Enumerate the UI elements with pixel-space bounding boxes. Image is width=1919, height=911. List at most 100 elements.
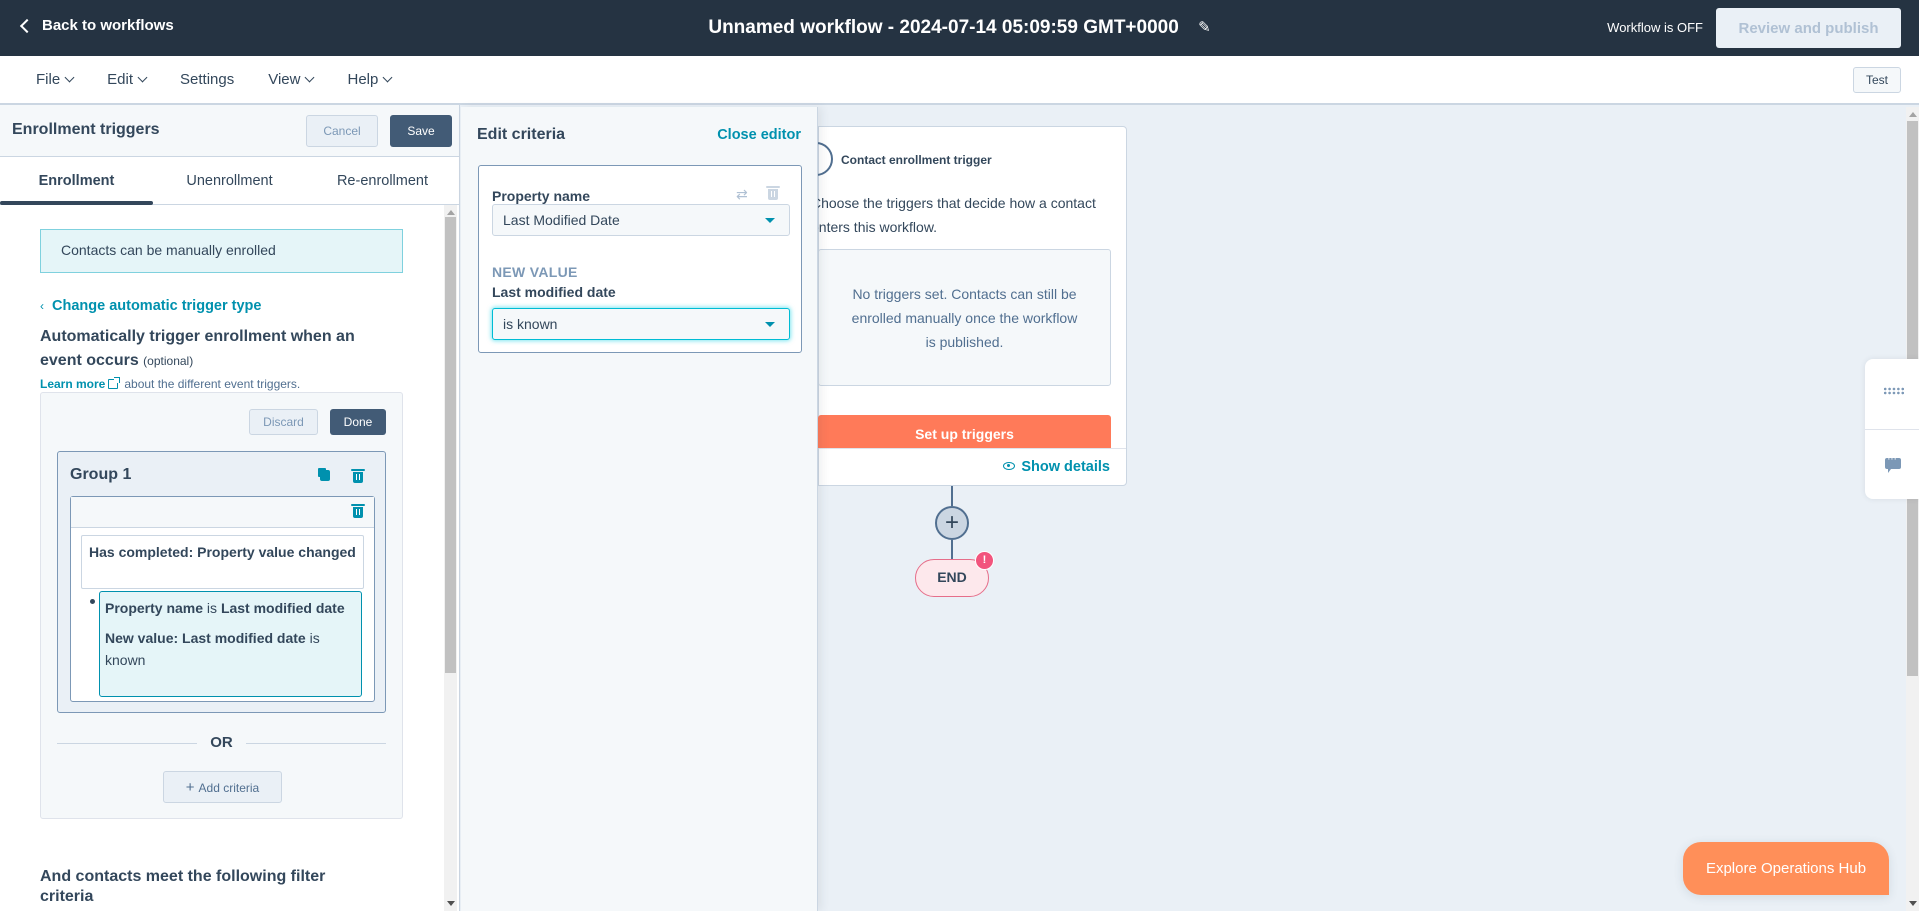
workflow-title-text: Unnamed workflow - 2024-07-14 05:09:59 G…	[708, 17, 1179, 38]
operator-select[interactable]: is known	[492, 308, 790, 340]
add-action-button[interactable]: +	[935, 506, 969, 540]
operator-value: is known	[503, 316, 558, 332]
learn-more-link[interactable]: Learn more	[40, 377, 105, 391]
clone-icon[interactable]	[320, 470, 330, 481]
tab-unenrollment[interactable]: Unenrollment	[153, 157, 306, 204]
event-name[interactable]: Has completed: Property value changed	[81, 535, 364, 589]
event-card: Has completed: Property value changed Pr…	[70, 496, 375, 702]
set-up-triggers-button[interactable]: Set up triggers	[818, 415, 1111, 448]
edit-criteria-panel: Edit criteria Close editor Property name…	[461, 107, 818, 911]
menu-file[interactable]: File	[24, 71, 85, 88]
property-name-label: Property name	[492, 188, 591, 204]
trash-icon[interactable]	[766, 186, 780, 200]
menu-help[interactable]: Help	[335, 71, 403, 88]
chevron-down-icon	[305, 72, 315, 83]
trigger-description: Choose the triggers that decide how a co…	[811, 195, 1096, 235]
new-value-label: NEW VALUE	[492, 264, 578, 280]
trigger-tabs: Enrollment Unenrollment Re-enrollment	[0, 157, 459, 205]
enrollment-trigger-card[interactable]: Contact enrollment trigger Choose the tr…	[799, 126, 1127, 486]
filter-value: known	[105, 652, 146, 668]
menu-label: File	[36, 71, 61, 88]
panel-scrollbar[interactable]	[444, 205, 457, 911]
workflow-status: Workflow is OFF	[1607, 20, 1703, 35]
tab-re-enrollment[interactable]: Re-enrollment	[306, 157, 459, 204]
connector-line	[951, 486, 953, 506]
scrollbar-thumb[interactable]	[445, 217, 456, 673]
show-details-link[interactable]: Show details	[1003, 459, 1110, 475]
chevron-left-icon: ‹	[40, 299, 44, 313]
menu-label: Help	[347, 71, 379, 88]
filter-value: Last modified date	[220, 600, 345, 616]
trash-icon[interactable]	[351, 504, 365, 518]
filter-criteria-heading: And contacts meet the following filter c…	[40, 868, 326, 905]
filter-operator: is	[305, 630, 320, 646]
filter-line-property: Property name is Last modified date	[105, 597, 356, 619]
trigger-group: Group 1 Has completed: Property value ch…	[57, 451, 386, 713]
trash-icon[interactable]	[351, 469, 365, 483]
panel-title: Enrollment triggers	[12, 121, 160, 138]
save-button[interactable]: Save	[390, 115, 452, 147]
menu-edit[interactable]: Edit	[95, 71, 158, 88]
discard-button[interactable]: Discard	[249, 409, 318, 435]
event-trigger-editor: Discard Done Group 1 Has completed: Prop…	[40, 392, 403, 819]
chevron-down-icon	[137, 72, 148, 83]
menu-label: View	[268, 71, 301, 88]
scroll-down-arrow-icon[interactable]	[447, 901, 455, 906]
auto-trigger-heading: Automatically trigger enrollment when an…	[40, 325, 400, 373]
filter-line-new-value: New value: Last modified date is known	[105, 627, 356, 671]
canvas-scrollbar[interactable]	[1906, 107, 1919, 911]
add-criteria-label: Add criteria	[198, 780, 260, 795]
top-bar: Back to workflows Unnamed workflow - 202…	[0, 0, 1919, 56]
scroll-down-arrow-icon[interactable]	[1909, 901, 1917, 906]
done-button[interactable]: Done	[330, 409, 386, 435]
trigger-title: Contact enrollment trigger	[841, 153, 992, 167]
chat-icon[interactable]	[1885, 453, 1901, 473]
external-link-icon	[108, 377, 121, 389]
explore-operations-hub-button[interactable]: Explore Operations Hub	[1683, 842, 1889, 895]
pencil-icon[interactable]: ✎	[1198, 18, 1211, 36]
caret-down-icon	[765, 322, 775, 327]
no-triggers-message: No triggers set. Contacts can still be e…	[818, 249, 1111, 386]
edit-criteria-title: Edit criteria	[477, 126, 566, 143]
or-divider: OR	[57, 734, 386, 752]
filter-operator: is	[203, 600, 221, 616]
property-name-select[interactable]: Last Modified Date	[492, 204, 790, 236]
enrollment-triggers-panel: Enrollment triggers Cancel Save Enrollme…	[0, 105, 460, 911]
filter-field: New value: Last modified date	[105, 630, 306, 646]
cancel-button[interactable]: Cancel	[306, 115, 378, 147]
add-criteria-button[interactable]: + Add criteria	[163, 771, 282, 803]
panel-header: Enrollment triggers Cancel Save	[0, 105, 459, 157]
menu: File Edit Settings View Help	[24, 71, 413, 88]
show-details-label: Show details	[1021, 459, 1110, 475]
close-editor-link[interactable]: Close editor	[717, 127, 801, 143]
scroll-up-arrow-icon[interactable]	[447, 210, 455, 215]
chevron-down-icon	[382, 72, 393, 83]
field-label: Last modified date	[492, 284, 616, 300]
review-and-publish-button[interactable]: Review and publish	[1716, 8, 1901, 48]
swap-icon[interactable]: ⇄	[736, 186, 748, 203]
criteria-card: Property name ⇄ Last Modified Date NEW V…	[478, 165, 802, 353]
connector-line	[951, 540, 953, 559]
menu-view[interactable]: View	[256, 71, 325, 88]
menu-label: Edit	[107, 71, 134, 88]
menu-settings[interactable]: Settings	[168, 71, 246, 88]
group-title: Group 1	[70, 466, 132, 483]
side-tools-panel	[1865, 359, 1919, 499]
scroll-up-arrow-icon[interactable]	[1909, 112, 1917, 117]
plus-icon: +	[185, 778, 195, 796]
alert-icon: !	[975, 551, 994, 570]
apps-grid-icon[interactable]	[1883, 387, 1905, 395]
trigger-card-footer: Show details	[819, 448, 1126, 485]
manual-enrollment-notice: Contacts can be manually enrolled	[40, 229, 403, 273]
property-name-value: Last Modified Date	[503, 212, 620, 228]
change-trigger-type-link[interactable]: ‹ Change automatic trigger type	[40, 298, 261, 314]
divider	[1865, 429, 1919, 430]
change-trigger-label: Change automatic trigger type	[52, 298, 262, 314]
filter-criteria-selected[interactable]: Property name is Last modified date New …	[99, 591, 362, 697]
test-button[interactable]: Test	[1853, 67, 1901, 93]
tab-enrollment[interactable]: Enrollment	[0, 157, 153, 205]
auto-trigger-heading-text: Automatically trigger enrollment when an…	[40, 328, 355, 369]
bullet	[90, 599, 95, 604]
eye-icon	[1003, 462, 1016, 470]
menu-bar: File Edit Settings View Help Test	[0, 56, 1919, 105]
